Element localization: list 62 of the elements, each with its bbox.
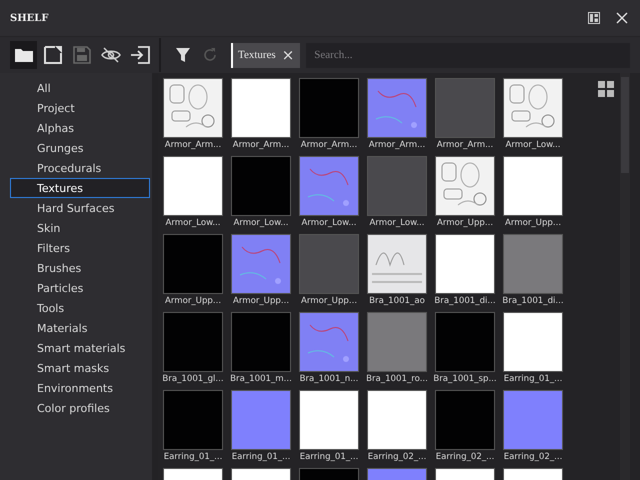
sidebar-item[interactable]: Brushes: [10, 258, 150, 278]
sidebar-item[interactable]: Smart masks: [10, 358, 150, 378]
asset-label: Bra_1001_sp...: [433, 374, 497, 384]
close-icon[interactable]: [616, 12, 628, 24]
asset-label: Earring_02_...: [436, 452, 494, 462]
asset-label: Armor_Upp...: [300, 296, 358, 306]
sidebar-item[interactable]: Tools: [10, 298, 150, 318]
layout-icon[interactable]: [588, 12, 600, 24]
sidebar-item[interactable]: Color profiles: [10, 398, 150, 418]
asset-label: Earring_01_...: [504, 374, 562, 384]
asset-label: Armor_Upp...: [164, 296, 222, 306]
sidebar-item[interactable]: Materials: [10, 318, 150, 338]
folder-icon: [14, 47, 34, 63]
asset-label: Earring_02_...: [504, 452, 562, 462]
sidebar-item[interactable]: Skin: [10, 218, 150, 238]
remove-filter-button[interactable]: ×: [282, 46, 294, 64]
asset-label: Bra_1001_ao: [369, 296, 425, 306]
sidebar-item[interactable]: Project: [10, 98, 150, 118]
asset-label: Armor_Low...: [165, 218, 221, 228]
asset-label: Armor_Low...: [505, 140, 561, 150]
asset-label: Bra_1001_gl...: [162, 374, 224, 384]
asset-label: Armor_Arm...: [164, 140, 222, 150]
crossed-eye-icon: [100, 46, 120, 64]
filter-icon: [174, 47, 190, 63]
new-document-icon: [42, 45, 62, 65]
folder-button[interactable]: [10, 41, 37, 69]
asset-label: Armor_Upp...: [504, 218, 562, 228]
window-title: SHELF: [10, 12, 48, 24]
asset-label: Armor_Arm...: [300, 140, 358, 150]
asset-label: Armor_Low...: [301, 218, 357, 228]
asset-label: Armor_Arm...: [368, 140, 426, 150]
asset-label: Armor_Low...: [369, 218, 425, 228]
asset-label: Armor_Low...: [233, 218, 289, 228]
refresh-icon: [202, 47, 218, 63]
grid-view-icon[interactable]: [598, 81, 614, 97]
asset-label: Armor_Upp...: [232, 296, 290, 306]
filter-chip[interactable]: Textures ×: [231, 42, 300, 68]
asset-label: Bra_1001_ro...: [366, 374, 428, 384]
asset-label: Bra_1001_m...: [230, 374, 292, 384]
asset-label: Earring_02_...: [368, 452, 426, 462]
search-field[interactable]: Search...: [306, 42, 630, 68]
asset-label: Bra_1001_di...: [502, 296, 564, 306]
sidebar-item[interactable]: Procedurals: [10, 158, 150, 178]
asset-label: Bra_1001_n...: [300, 374, 358, 384]
asset-label: Earring_01_...: [300, 452, 358, 462]
scrollbar-thumb[interactable]: [621, 77, 629, 173]
sidebar-item[interactable]: Hard Surfaces: [10, 198, 150, 218]
import-icon: [130, 46, 150, 64]
sidebar-item[interactable]: Particles: [10, 278, 150, 298]
sidebar-item[interactable]: All: [10, 78, 150, 98]
sidebar-item[interactable]: Filters: [10, 238, 150, 258]
asset-label: Earring_01_...: [164, 452, 222, 462]
sidebar-item[interactable]: Smart materials: [10, 338, 150, 358]
sidebar-item[interactable]: Alphas: [10, 118, 150, 138]
asset-label: Armor_Upp...: [436, 218, 494, 228]
asset-label: Bra_1001_di...: [434, 296, 496, 306]
asset-label: Earring_01_...: [232, 452, 290, 462]
asset-label: Armor_Arm...: [232, 140, 290, 150]
sidebar-item[interactable]: Textures: [10, 178, 150, 198]
sidebar-item[interactable]: Grunges: [10, 138, 150, 158]
asset-label: Armor_Arm...: [436, 140, 494, 150]
sidebar-item[interactable]: Environments: [10, 378, 150, 398]
